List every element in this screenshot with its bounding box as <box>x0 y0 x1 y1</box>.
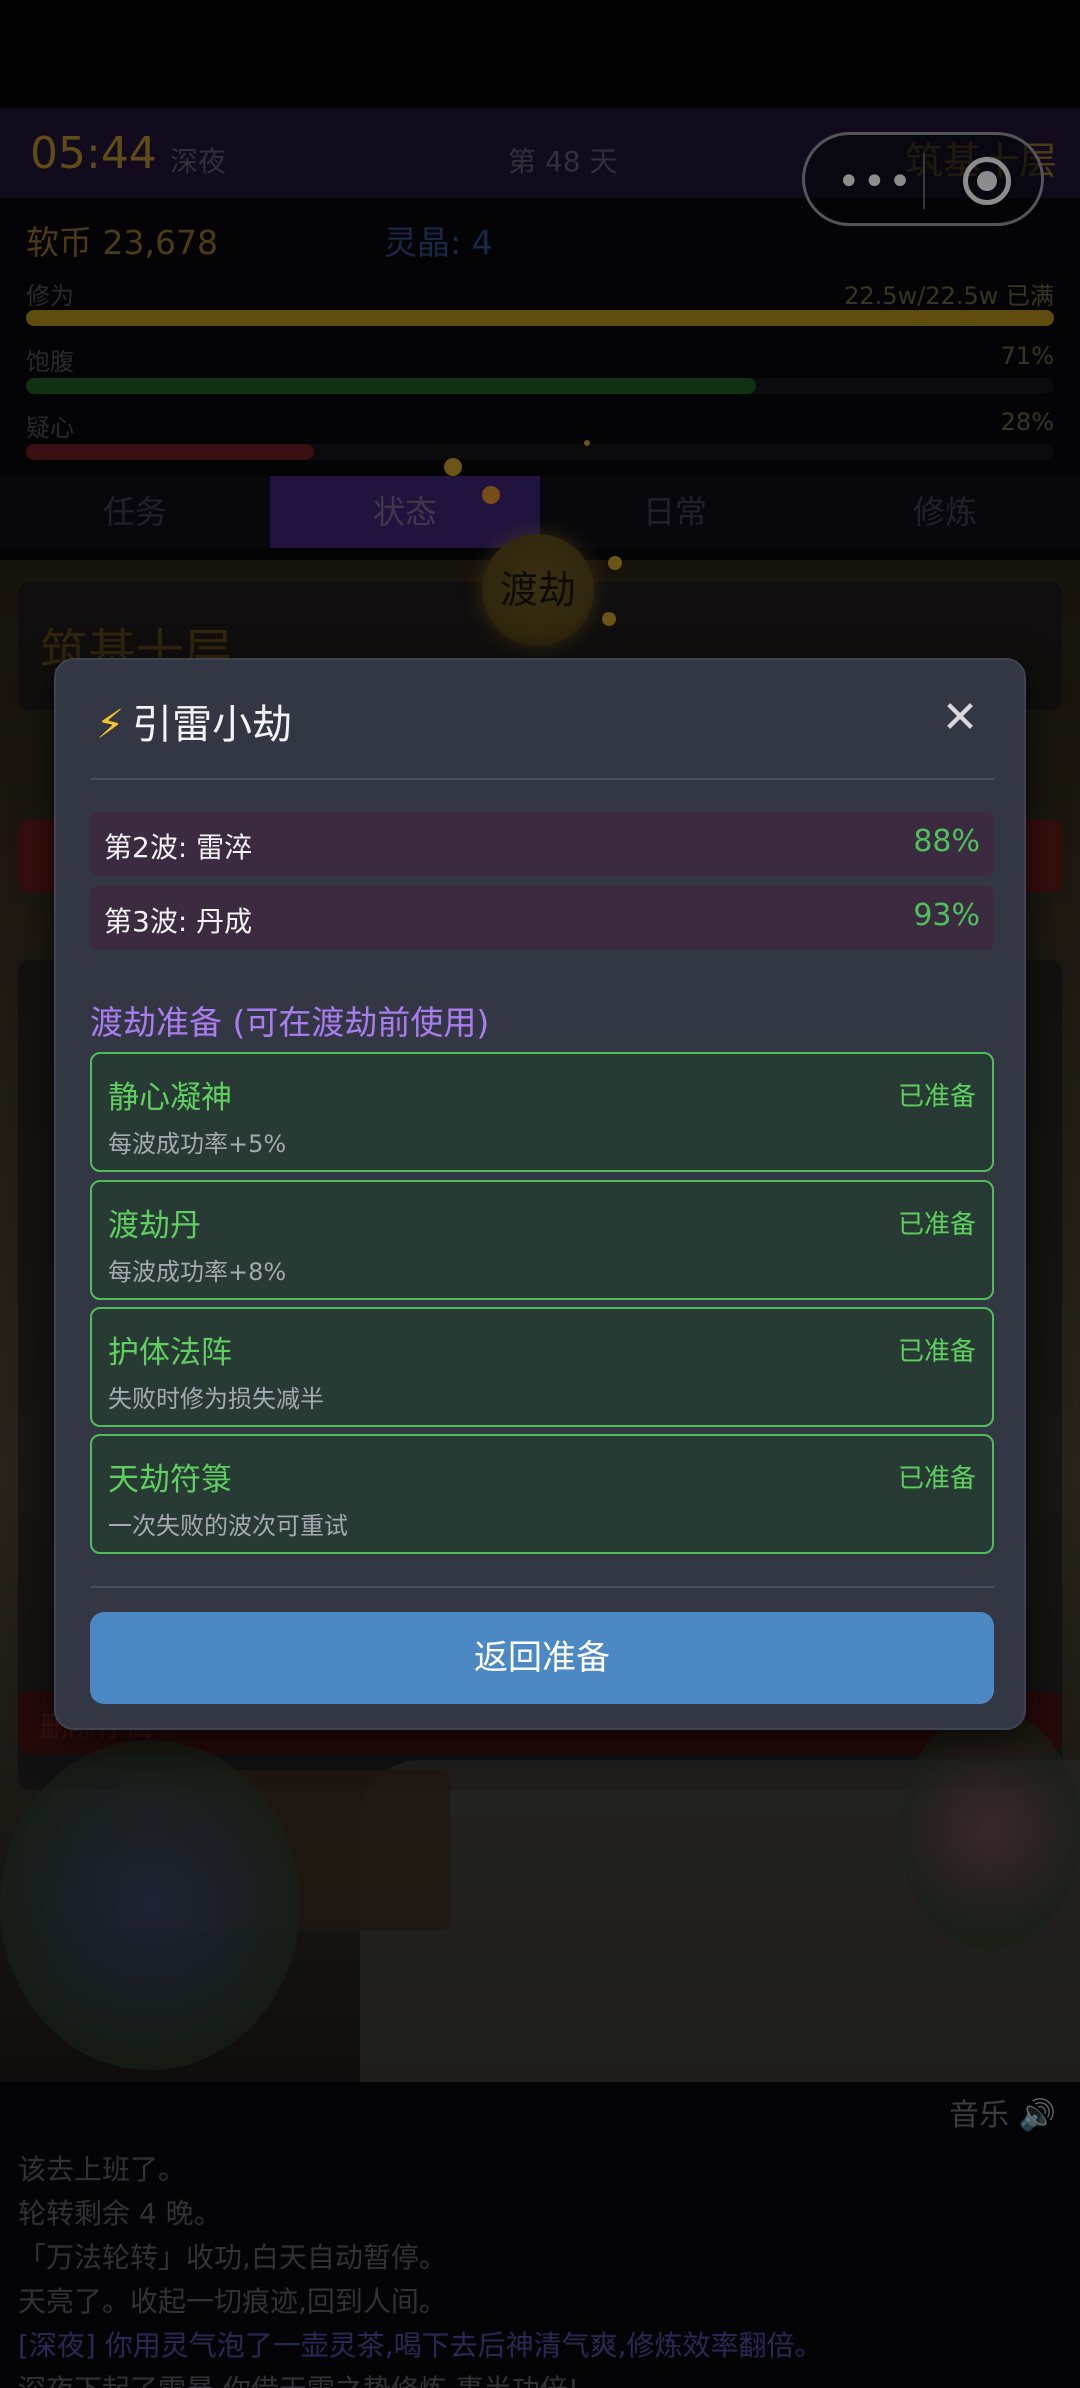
prep-status-badge: 已准备 <box>897 1082 976 1112</box>
return-button[interactable]: 返回准备 <box>90 1612 994 1704</box>
lightning-icon: ⚡ <box>96 702 125 748</box>
prep-item-heaven-talisman[interactable]: 天劫符箓 已准备 一次失败的波次可重试 <box>90 1434 994 1554</box>
prep-description: 每波成功率+5% <box>108 1130 287 1158</box>
prep-status-badge: 已准备 <box>897 1464 976 1494</box>
wave-label: 第2波: 雷淬 <box>104 831 253 864</box>
prep-description: 一次失败的波次可重试 <box>108 1512 348 1540</box>
prep-status-badge: 已准备 <box>897 1337 976 1367</box>
prep-name: 渡劫丹 <box>108 1208 201 1244</box>
title-divider <box>90 778 994 780</box>
prep-item-calm-mind[interactable]: 静心凝神 已准备 每波成功率+5% <box>90 1052 994 1172</box>
wave-label: 第3波: 丹成 <box>104 905 253 938</box>
prep-description: 每波成功率+8% <box>108 1258 287 1286</box>
wave-row: 第2波: 雷淬 88% <box>90 812 994 876</box>
prep-item-protective-array[interactable]: 护体法阵 已准备 失败时修为损失减半 <box>90 1307 994 1427</box>
prep-item-tribulation-pill[interactable]: 渡劫丹 已准备 每波成功率+8% <box>90 1180 994 1300</box>
tribulation-dialog: ⚡ 引雷小劫 ✕ 第2波: 雷淬 88% 第3波: 丹成 93% 渡劫准备 (可在… <box>54 658 1026 1730</box>
prep-description: 失败时修为损失减半 <box>108 1385 324 1413</box>
dialog-title-text: 引雷小劫 <box>132 702 293 748</box>
wave-row: 第3波: 丹成 93% <box>90 886 994 950</box>
wave-success-rate: 88% <box>913 824 980 859</box>
prep-name: 天劫符箓 <box>108 1462 232 1498</box>
wave-success-rate: 93% <box>913 898 980 933</box>
prep-name: 护体法阵 <box>108 1335 232 1371</box>
prep-status-badge: 已准备 <box>897 1210 976 1240</box>
prep-name: 静心凝神 <box>108 1080 232 1116</box>
preparation-section-title: 渡劫准备 (可在渡劫前使用) <box>90 1003 490 1042</box>
dialog-title: ⚡ 引雷小劫 <box>96 692 292 750</box>
footer-divider <box>90 1586 994 1588</box>
close-icon[interactable]: ✕ <box>938 696 982 740</box>
